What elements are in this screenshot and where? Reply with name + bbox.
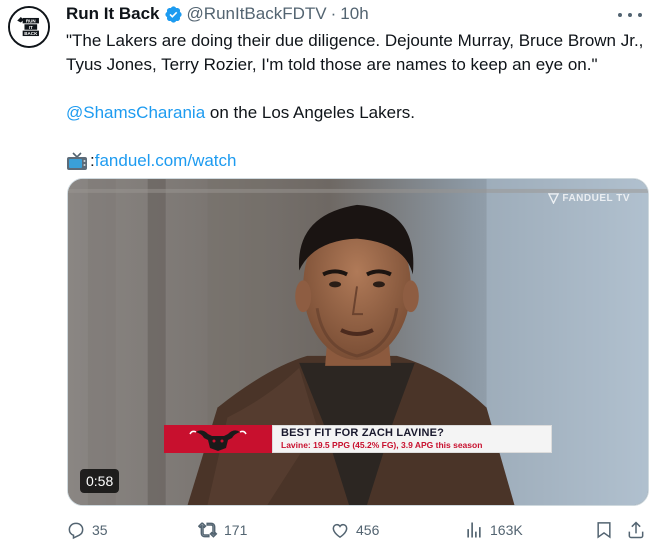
video-player[interactable]: FANDUEL TV BEST FIT FOR ZACH LAVINE? Lav… [67,178,649,506]
video-duration: 0:58 [80,469,120,493]
repost-button[interactable]: 171 [198,520,247,540]
tweet[interactable]: RUN IT BACK Run It Back @RunItBackFDTV ·… [0,0,660,554]
author-handle[interactable]: @RunItBackFDTV [187,4,327,24]
timestamp[interactable]: 10h [340,4,368,24]
views-button[interactable]: 163K [464,520,523,540]
lower-third-sub: Lavine: 19.5 PPG (45.2% FG), 3.9 APG thi… [281,440,483,450]
mention-rest: on the Los Angeles Lakers. [205,103,415,122]
avatar-text-3: BACK [24,31,38,36]
views-count: 163K [490,522,523,538]
tv-icon [67,152,87,170]
quote-text: "The Lakers are doing their due diligenc… [66,31,644,74]
share-button[interactable] [626,520,646,540]
lower-third-title: BEST FIT FOR ZACH LAVINE? [281,427,445,439]
like-count: 456 [356,522,380,538]
share-icon [628,521,644,539]
mention-link[interactable]: @ShamsCharania [66,103,205,122]
fanduel-link[interactable]: fanduel.com/watch [95,149,237,173]
repost-count: 171 [224,522,248,538]
action-bar: 35 171 456 163K [66,520,652,544]
watermark-text: FANDUEL TV [562,193,630,204]
bookmark-button[interactable] [594,520,614,540]
link-line: : fanduel.com/watch [66,149,646,173]
views-icon [467,522,481,538]
bookmark-icon [597,522,611,539]
run-it-back-logo-icon: RUN IT BACK [10,8,48,46]
tweet-text: "The Lakers are doing their due diligenc… [66,29,646,173]
avatar-text-1: RUN [26,18,36,23]
reply-button[interactable]: 35 [66,520,108,540]
verified-badge-icon[interactable] [164,5,183,24]
like-icon [332,523,348,538]
avatar[interactable]: RUN IT BACK [8,6,50,48]
author-name[interactable]: Run It Back [66,4,160,24]
video-frame [68,179,648,505]
repost-icon [198,522,218,538]
separator-dot: · [330,4,337,23]
more-icon[interactable] [618,8,642,22]
reply-count: 35 [92,522,108,538]
tweet-header: Run It Back @RunItBackFDTV · 10h [66,2,369,26]
like-button[interactable]: 456 [330,520,379,540]
bulls-logo-icon [164,425,272,453]
mention-line: @ShamsCharania on the Los Angeles Lakers… [66,101,646,125]
reply-icon [68,522,84,540]
fanduel-logo-icon [548,193,560,204]
avatar-text-2: IT [29,25,33,30]
lower-third: BEST FIT FOR ZACH LAVINE? Lavine: 19.5 P… [164,425,552,453]
fanduel-watermark: FANDUEL TV [548,193,630,204]
